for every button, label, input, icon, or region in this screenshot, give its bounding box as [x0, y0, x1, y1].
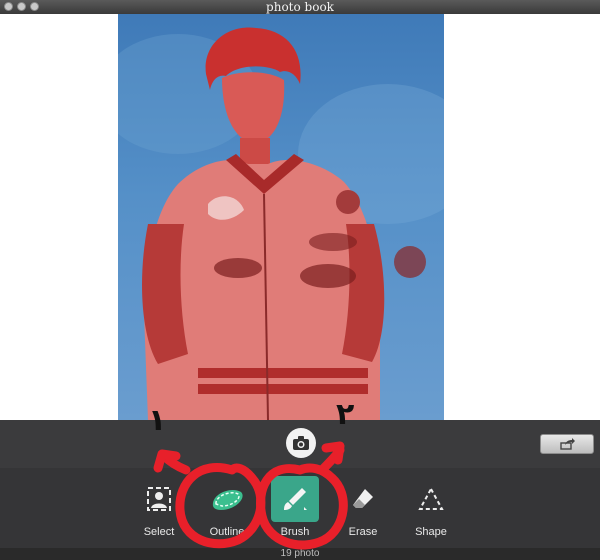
- tool-brush[interactable]: Brush: [266, 476, 324, 542]
- camera-button[interactable]: [286, 428, 316, 458]
- photo-subject: [118, 27, 444, 420]
- camera-icon: [293, 436, 309, 450]
- tool-outline-label: Outline: [209, 526, 245, 538]
- person-select-icon: [147, 487, 171, 511]
- tool-select[interactable]: Select: [130, 476, 188, 542]
- tool-shape-label: Shape: [415, 526, 447, 538]
- tool-erase-label: Erase: [348, 526, 378, 538]
- share-icon: [560, 438, 575, 450]
- tool-shape[interactable]: Shape: [402, 476, 460, 542]
- brush-icon: [284, 488, 307, 510]
- photo-image[interactable]: [118, 14, 444, 420]
- tool-brush-label: Brush: [280, 526, 310, 538]
- tool-erase[interactable]: Erase: [334, 476, 392, 542]
- tool-palette: Select Outline Brush Erase Shape: [0, 468, 600, 548]
- status-bar: 19 photo: [0, 548, 600, 560]
- photo-canvas[interactable]: [0, 14, 600, 420]
- lasso-outline-icon: [212, 489, 243, 510]
- annotation-number-2: ٢: [336, 397, 355, 432]
- tool-outline[interactable]: Outline: [198, 476, 256, 542]
- action-toolbar: [0, 420, 600, 468]
- triangle-shape-icon: [418, 486, 444, 510]
- annotation-number-1: ١: [148, 403, 167, 438]
- share-button[interactable]: [540, 434, 594, 454]
- tool-select-label: Select: [143, 526, 175, 538]
- photo-count: 19 photo: [280, 548, 320, 559]
- eraser-icon: [353, 489, 373, 508]
- title-bar: photo book: [0, 0, 600, 14]
- window-title: photo book: [266, 0, 334, 14]
